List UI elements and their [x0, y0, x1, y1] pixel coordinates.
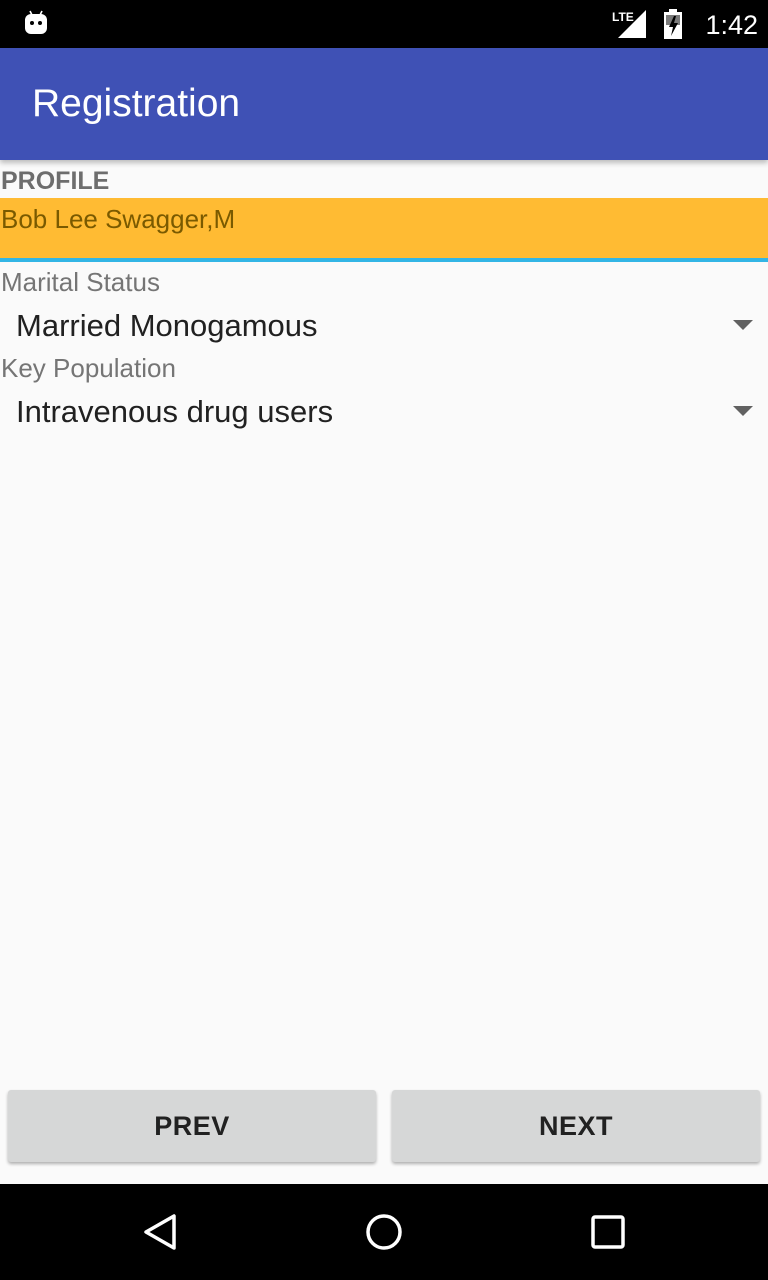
- app-bar: Registration: [0, 48, 768, 160]
- dropdown-arrow-icon: [733, 406, 753, 416]
- registration-screen: LTE 1:42 Registration PROFILE Bob Lee Sw…: [0, 0, 768, 1280]
- android-notification-icon: [25, 10, 47, 34]
- marital-status-spinner[interactable]: Married Monogamous: [0, 298, 768, 354]
- dropdown-arrow-icon: [733, 320, 753, 330]
- app-title: Registration: [32, 82, 241, 125]
- marital-status-value: Married Monogamous: [16, 308, 318, 343]
- back-icon[interactable]: [140, 1212, 180, 1252]
- profile-section-header: PROFILE: [1, 167, 110, 195]
- navigation-bar: [0, 1184, 768, 1280]
- profile-name: Bob Lee Swagger,M: [1, 204, 236, 234]
- status-time: 1:42: [705, 10, 758, 40]
- battery-icon: [664, 9, 682, 39]
- svg-text:LTE: LTE: [612, 10, 634, 24]
- home-icon[interactable]: [364, 1212, 404, 1252]
- key-population-label: Key Population: [1, 353, 176, 383]
- status-bar: LTE 1:42: [0, 0, 768, 48]
- next-button[interactable]: NEXT: [392, 1090, 760, 1162]
- key-population-spinner[interactable]: Intravenous drug users: [0, 384, 768, 440]
- recents-icon[interactable]: [588, 1212, 628, 1252]
- prev-button[interactable]: PREV: [8, 1090, 376, 1162]
- lte-signal-icon: LTE: [612, 10, 646, 38]
- key-population-value: Intravenous drug users: [16, 394, 334, 429]
- profile-banner: Bob Lee Swagger,M: [0, 198, 768, 262]
- marital-status-label: Marital Status: [1, 267, 160, 297]
